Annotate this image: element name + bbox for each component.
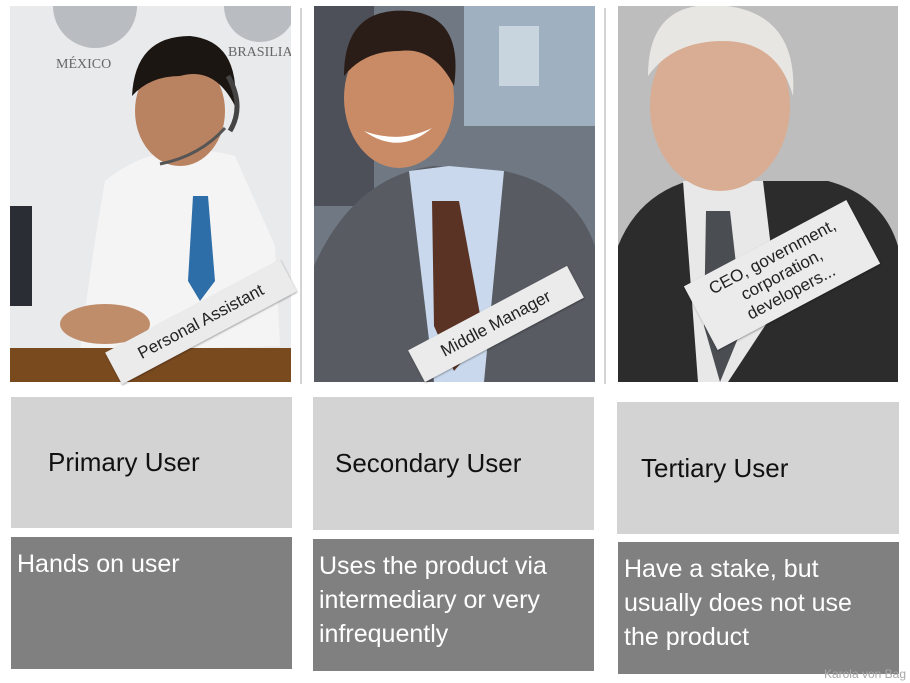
description-tertiary: Have a stake, but usually does not use t… <box>624 555 852 651</box>
role-label-primary: Primary User <box>48 447 200 477</box>
role-label-secondary: Secondary User <box>335 448 522 478</box>
role-box-primary: Primary User <box>11 397 292 528</box>
description-primary: Hands on user <box>17 550 180 578</box>
description-box-tertiary: Have a stake, but usually does not use t… <box>618 542 899 674</box>
photo-label-mexico: MÉXICO <box>56 55 111 72</box>
credit-text: Karola von Bag <box>823 667 906 681</box>
role-box-secondary: Secondary User <box>313 397 594 530</box>
photo-label-brasilia: BRASILIA <box>228 45 291 60</box>
column-divider <box>604 8 606 384</box>
description-secondary: Uses the product via intermediary or ver… <box>319 552 547 648</box>
role-box-tertiary: Tertiary User <box>617 402 899 534</box>
photo-personal-assistant: MÉXICO BRASILIA <box>10 6 291 382</box>
column-divider <box>300 8 302 384</box>
description-box-primary: Hands on user <box>11 537 292 669</box>
description-box-secondary: Uses the product via intermediary or ver… <box>313 539 594 671</box>
role-label-tertiary: Tertiary User <box>641 452 789 483</box>
